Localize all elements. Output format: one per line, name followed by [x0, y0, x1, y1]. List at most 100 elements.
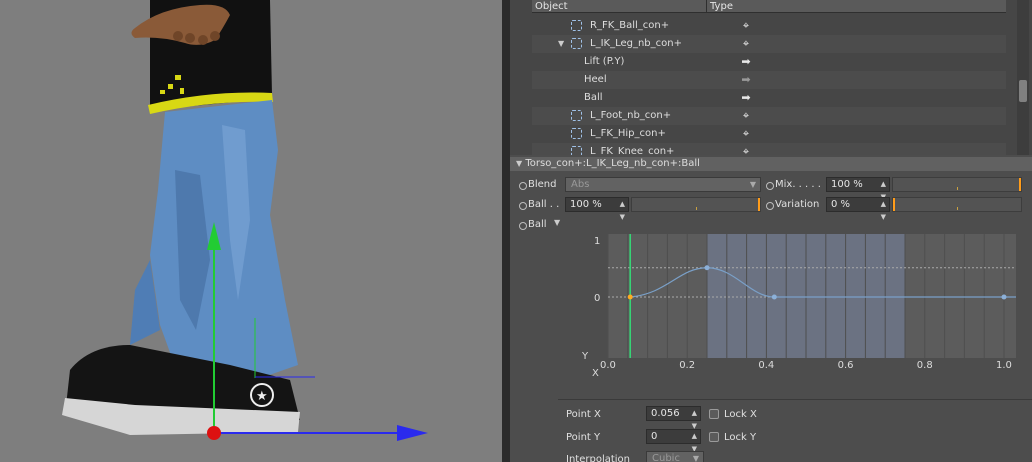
x-tick-label: 1.0 — [996, 360, 1012, 371]
tree-item-label: L_Foot_nb_con+ — [590, 110, 672, 121]
blend-dropdown[interactable]: Abs ▼ — [565, 177, 761, 192]
spline-menu-icon[interactable]: ▼ — [554, 218, 560, 227]
ball-value: 100 % — [570, 199, 602, 210]
svg-text:★: ★ — [256, 389, 268, 404]
null-object-icon — [571, 110, 582, 121]
tree-item[interactable]: Heel ➡ — [532, 71, 1006, 89]
attribute-manager: ▼ Torso_con+:L_IK_Leg_nb_con+:Ball Blend… — [510, 157, 1032, 462]
tree-item[interactable]: L_FK_Knee_con+ ⌖ — [532, 143, 1006, 155]
crosshair-icon: ⌖ — [742, 109, 750, 122]
object-manager: Object Type R_FK_Ball_con+ ⌖ ▼ L_IK_Leg_… — [510, 0, 1032, 155]
blend-label: Blend — [528, 179, 557, 190]
point-x-field[interactable]: 0.056 ▲ ▼ — [646, 406, 701, 430]
spinner-icon[interactable]: ▲▼ — [620, 198, 625, 224]
collapse-triangle-icon[interactable]: ▼ — [516, 159, 522, 168]
ball-spline-label: Ball — [528, 219, 547, 230]
y-tick-label: 0 — [594, 293, 600, 304]
variation-slider-marker[interactable] — [893, 198, 895, 211]
chevron-down-icon: ▼ — [749, 180, 756, 189]
x-tick-label: 0.8 — [917, 360, 933, 371]
tree-item-label: Lift (P.Y) — [584, 56, 625, 67]
mix-field[interactable]: 100 % ▲▼ — [826, 177, 890, 201]
tree-item[interactable]: Ball ➡ — [532, 89, 1006, 107]
interpolation-value: Cubic — [652, 453, 680, 462]
origin-handle[interactable] — [207, 426, 221, 440]
spline-point — [704, 265, 710, 271]
mix-value: 100 % — [831, 179, 863, 190]
variation-field[interactable]: 0 % ▲ ▼ — [826, 197, 890, 221]
mix-animate-radio[interactable] — [766, 182, 774, 190]
spline-point — [627, 294, 633, 300]
null-object-icon — [571, 20, 582, 31]
variation-animate-radio[interactable] — [766, 202, 774, 210]
manager-panel: Object Type R_FK_Ball_con+ ⌖ ▼ L_IK_Leg_… — [510, 0, 1032, 462]
ball-spline-animate-radio[interactable] — [519, 222, 527, 230]
tree-item-label: L_FK_Knee_con+ — [590, 146, 675, 155]
attribute-title: Torso_con+:L_IK_Leg_nb_con+:Ball — [525, 158, 700, 169]
tree-item[interactable]: ▼ L_IK_Leg_nb_con+ ⌖ — [532, 35, 1006, 53]
variation-value: 0 % — [831, 199, 851, 210]
interpolation-label: Interpolation — [566, 454, 630, 462]
mix-slider[interactable] — [892, 177, 1022, 192]
lock-x-label: Lock X — [724, 409, 757, 420]
ball-slider[interactable] — [631, 197, 761, 212]
mix-slider-marker[interactable] — [1019, 178, 1021, 191]
expand-triangle-icon[interactable]: ▼ — [558, 35, 564, 53]
crosshair-icon: ⌖ — [742, 37, 750, 50]
3d-viewport[interactable]: ★ — [0, 0, 502, 462]
null-object-icon — [571, 38, 582, 49]
ball-field[interactable]: 100 % ▲ ▼ — [565, 197, 629, 221]
crosshair-icon: ⌖ — [742, 127, 750, 140]
arrow-right-icon: ➡ — [741, 91, 751, 104]
tree-item-label: L_IK_Leg_nb_con+ — [590, 38, 682, 49]
lock-y-checkbox[interactable] — [709, 432, 719, 442]
x-tick-label: 0.2 — [679, 360, 695, 371]
ball-animate-radio[interactable] — [519, 202, 527, 210]
crosshair-icon: ⌖ — [742, 19, 750, 32]
point-y-label: Point Y — [566, 432, 601, 443]
character-viewport-render: ★ — [62, 0, 428, 441]
tree-item-label: Heel — [584, 74, 607, 85]
column-header-object[interactable]: Object — [532, 0, 706, 13]
point-x-label: Point X — [566, 409, 601, 420]
x-tick-label: 0.6 — [838, 360, 854, 371]
spinner-icon[interactable]: ▲▼ — [881, 198, 886, 224]
blend-dropdown-value: Abs — [571, 179, 590, 190]
scrollbar-thumb[interactable] — [1019, 80, 1027, 102]
spline-point — [1001, 294, 1007, 300]
tree-item-label: L_FK_Hip_con+ — [590, 128, 666, 139]
null-object-icon — [571, 146, 582, 155]
ball-slider-marker[interactable] — [758, 198, 760, 211]
arrow-right-icon: ➡ — [741, 73, 751, 86]
tree-item-label: R_FK_Ball_con+ — [590, 20, 670, 31]
point-x-value: 0.056 — [651, 408, 680, 419]
spline-graph[interactable]: 1 0 0.0 0.2 0.4 0.6 0.8 1.0 YX — [580, 228, 1030, 388]
column-header-type[interactable]: Type — [706, 0, 1006, 13]
x-axis-label: X — [592, 368, 599, 379]
crosshair-icon: ⌖ — [742, 145, 750, 155]
x-tick-label: 0.0 — [600, 360, 616, 371]
chevron-down-icon: ▼ — [692, 454, 699, 462]
panel-divider[interactable] — [502, 0, 510, 462]
lock-y-label: Lock Y — [724, 432, 757, 443]
blend-animate-radio[interactable] — [519, 182, 527, 190]
variation-slider[interactable] — [892, 197, 1022, 212]
ball-label: Ball . . — [528, 199, 560, 210]
x-tick-label: 0.4 — [758, 360, 774, 371]
y-axis-label: Y — [581, 351, 589, 362]
point-y-value: 0 — [651, 431, 658, 442]
interpolation-dropdown[interactable]: Cubic ▼ — [646, 451, 704, 462]
spline-editor[interactable]: 1 0 0.0 0.2 0.4 0.6 0.8 1.0 Y X — [580, 228, 1030, 388]
tree-item[interactable]: Lift (P.Y) ➡ — [532, 53, 1006, 71]
attribute-title-bar[interactable]: ▼ Torso_con+:L_IK_Leg_nb_con+:Ball — [510, 157, 1032, 171]
tree-item[interactable]: R_FK_Ball_con+ ⌖ — [532, 17, 1006, 35]
point-y-field[interactable]: 0 ▲ ▼ — [646, 429, 701, 453]
lock-x-checkbox[interactable] — [709, 409, 719, 419]
tree-item-label: Ball — [584, 92, 603, 103]
null-object-icon — [571, 128, 582, 139]
tree-item[interactable]: L_Foot_nb_con+ ⌖ — [532, 107, 1006, 125]
tree-item[interactable]: L_FK_Hip_con+ ⌖ — [532, 125, 1006, 143]
arrow-right-icon: ➡ — [741, 55, 751, 68]
mix-label: Mix. . . . . — [775, 179, 821, 190]
object-manager-scrollbar[interactable] — [1017, 0, 1029, 155]
